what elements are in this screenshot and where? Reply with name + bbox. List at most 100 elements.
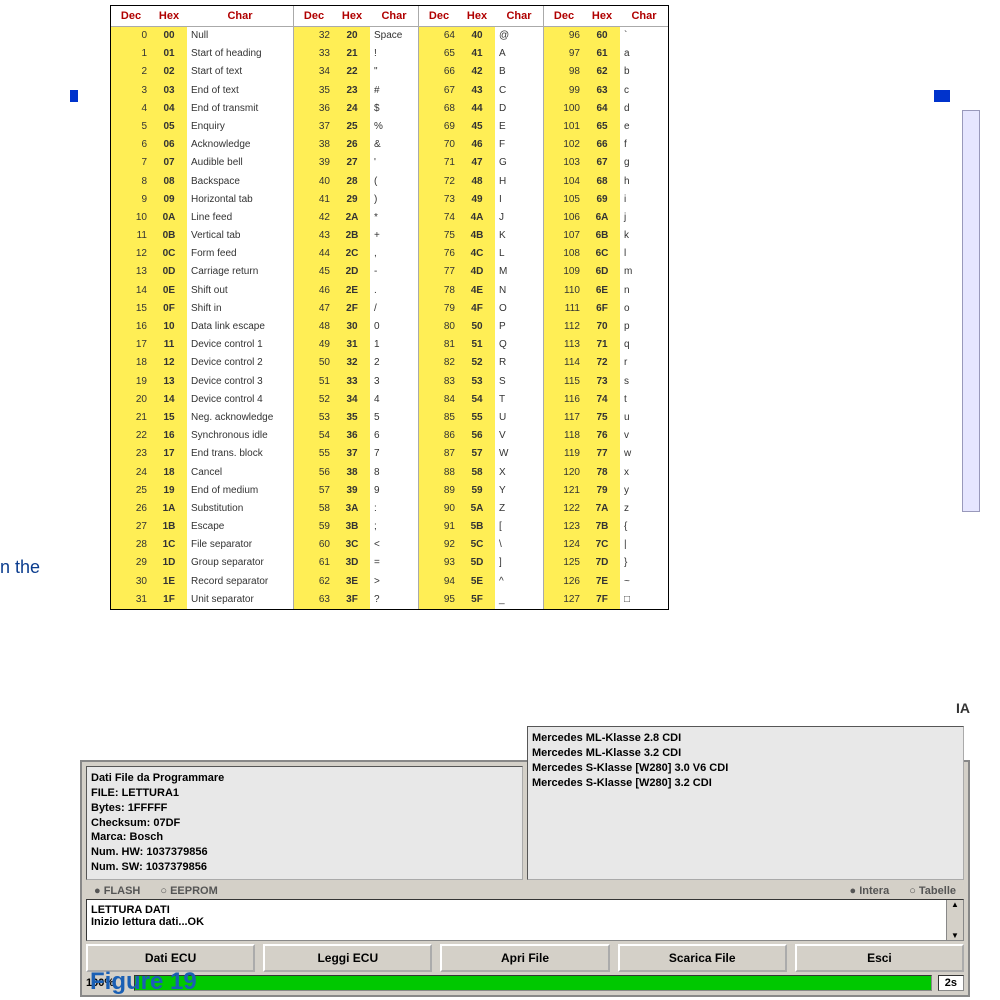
- ascii-dec: 104: [544, 173, 584, 191]
- ascii-hex: 73: [584, 373, 620, 391]
- ascii-hex: 40: [459, 27, 495, 45]
- page-cut-text: n the: [0, 557, 40, 578]
- ascii-hex: 56: [459, 427, 495, 445]
- ascii-hex: 1F: [151, 591, 187, 609]
- ascii-hex: 54: [459, 391, 495, 409]
- radio-flash[interactable]: FLASH: [94, 885, 140, 897]
- ascii-hex: 1B: [151, 518, 187, 536]
- leggi-ecu-button[interactable]: Leggi ECU: [263, 944, 432, 972]
- ascii-dec: 41: [294, 191, 334, 209]
- ascii-hex: 04: [151, 100, 187, 118]
- ascii-dec: 120: [544, 464, 584, 482]
- ascii-char: End trans. block: [187, 445, 293, 463]
- ascii-hex: 22: [334, 63, 370, 81]
- ascii-hex: 31: [334, 336, 370, 354]
- vehicle-item[interactable]: Mercedes S-Klasse [W280] 3.0 V6 CDI: [532, 761, 959, 776]
- log-line: LETTURA DATI: [91, 904, 959, 916]
- scrollbar[interactable]: ▲▼: [946, 900, 963, 940]
- apri-file-button[interactable]: Apri File: [440, 944, 609, 972]
- ascii-hex: 6F: [584, 300, 620, 318]
- ascii-dec: 101: [544, 118, 584, 136]
- ascii-dec: 123: [544, 518, 584, 536]
- ascii-char: ]: [495, 554, 543, 572]
- vehicle-item[interactable]: Mercedes ML-Klasse 3.2 CDI: [532, 746, 959, 761]
- ascii-char: ": [370, 63, 418, 81]
- ascii-char: {: [620, 518, 668, 536]
- radio-tabelle[interactable]: Tabelle: [909, 885, 956, 897]
- ascii-dec: 81: [419, 336, 459, 354]
- ascii-dec: 47: [294, 300, 334, 318]
- ascii-dec: 22: [111, 427, 151, 445]
- ascii-hex: 2F: [334, 300, 370, 318]
- ascii-dec: 21: [111, 409, 151, 427]
- ascii-dec: 10: [111, 209, 151, 227]
- ascii-hex: 17: [151, 445, 187, 463]
- ascii-char: !: [370, 45, 418, 63]
- ascii-dec: 44: [294, 245, 334, 263]
- ascii-char: i: [620, 191, 668, 209]
- ascii-dec: 110: [544, 282, 584, 300]
- ascii-dec: 77: [419, 263, 459, 281]
- ascii-hex: 68: [584, 173, 620, 191]
- ascii-char: End of medium: [187, 482, 293, 500]
- ascii-char: `: [620, 27, 668, 45]
- ascii-char: x: [620, 464, 668, 482]
- ascii-char: B: [495, 63, 543, 81]
- ascii-char: @: [495, 27, 543, 45]
- ascii-hex: 4F: [459, 300, 495, 318]
- esci-button[interactable]: Esci: [795, 944, 964, 972]
- ascii-dec: 118: [544, 427, 584, 445]
- ascii-char: Q: [495, 336, 543, 354]
- radio-intera[interactable]: Intera: [850, 885, 890, 897]
- ascii-hex: 37: [334, 445, 370, 463]
- ascii-hex: 3A: [334, 500, 370, 518]
- ascii-char: Vertical tab: [187, 227, 293, 245]
- ascii-hex: 5B: [459, 518, 495, 536]
- ascii-char: Null: [187, 27, 293, 45]
- ascii-dec: 29: [111, 554, 151, 572]
- scroll-up-icon: ▲: [951, 900, 959, 909]
- radio-row: FLASH EEPROM Intera Tabelle: [86, 883, 964, 899]
- ascii-dec: 56: [294, 464, 334, 482]
- ascii-char: u: [620, 409, 668, 427]
- ascii-dec: 93: [419, 554, 459, 572]
- ascii-char: 8: [370, 464, 418, 482]
- ascii-dec: 30: [111, 573, 151, 591]
- scarica-file-button[interactable]: Scarica File: [618, 944, 787, 972]
- ascii-char: N: [495, 282, 543, 300]
- ascii-char: Synchronous idle: [187, 427, 293, 445]
- ascii-dec: 75: [419, 227, 459, 245]
- ascii-char: ~: [620, 573, 668, 591]
- ascii-hex: 7B: [584, 518, 620, 536]
- ascii-hex: 5A: [459, 500, 495, 518]
- log-line: Inizio lettura dati...OK: [91, 916, 959, 928]
- ascii-hex: 69: [584, 191, 620, 209]
- ascii-char: Start of text: [187, 63, 293, 81]
- ascii-char: C: [495, 82, 543, 100]
- ascii-hex: 44: [459, 100, 495, 118]
- ascii-hex: 2B: [334, 227, 370, 245]
- ascii-hex: 62: [584, 63, 620, 81]
- ascii-char: g: [620, 154, 668, 172]
- ascii-char: v: [620, 427, 668, 445]
- ascii-dec: 71: [419, 154, 459, 172]
- radio-eeprom[interactable]: EEPROM: [160, 885, 217, 897]
- ascii-hex: 27: [334, 154, 370, 172]
- vehicle-item[interactable]: Mercedes S-Klasse [W280] 3.2 CDI: [532, 776, 959, 791]
- ascii-dec: 6: [111, 136, 151, 154]
- vehicle-item[interactable]: Mercedes ML-Klasse 2.8 CDI: [532, 731, 959, 746]
- vehicle-list[interactable]: Mercedes ML-Klasse 2.8 CDIMercedes ML-Kl…: [527, 726, 964, 880]
- ascii-char: ?: [370, 591, 418, 609]
- ascii-char: e: [620, 118, 668, 136]
- ascii-dec: 7: [111, 154, 151, 172]
- ascii-char: O: [495, 300, 543, 318]
- ascii-dec: 85: [419, 409, 459, 427]
- ascii-dec: 5: [111, 118, 151, 136]
- ascii-char: Carriage return: [187, 263, 293, 281]
- ascii-hex: 24: [334, 100, 370, 118]
- ascii-char: s: [620, 373, 668, 391]
- ascii-char: Substitution: [187, 500, 293, 518]
- ascii-char: n: [620, 282, 668, 300]
- ascii-char: I: [495, 191, 543, 209]
- ascii-char: >: [370, 573, 418, 591]
